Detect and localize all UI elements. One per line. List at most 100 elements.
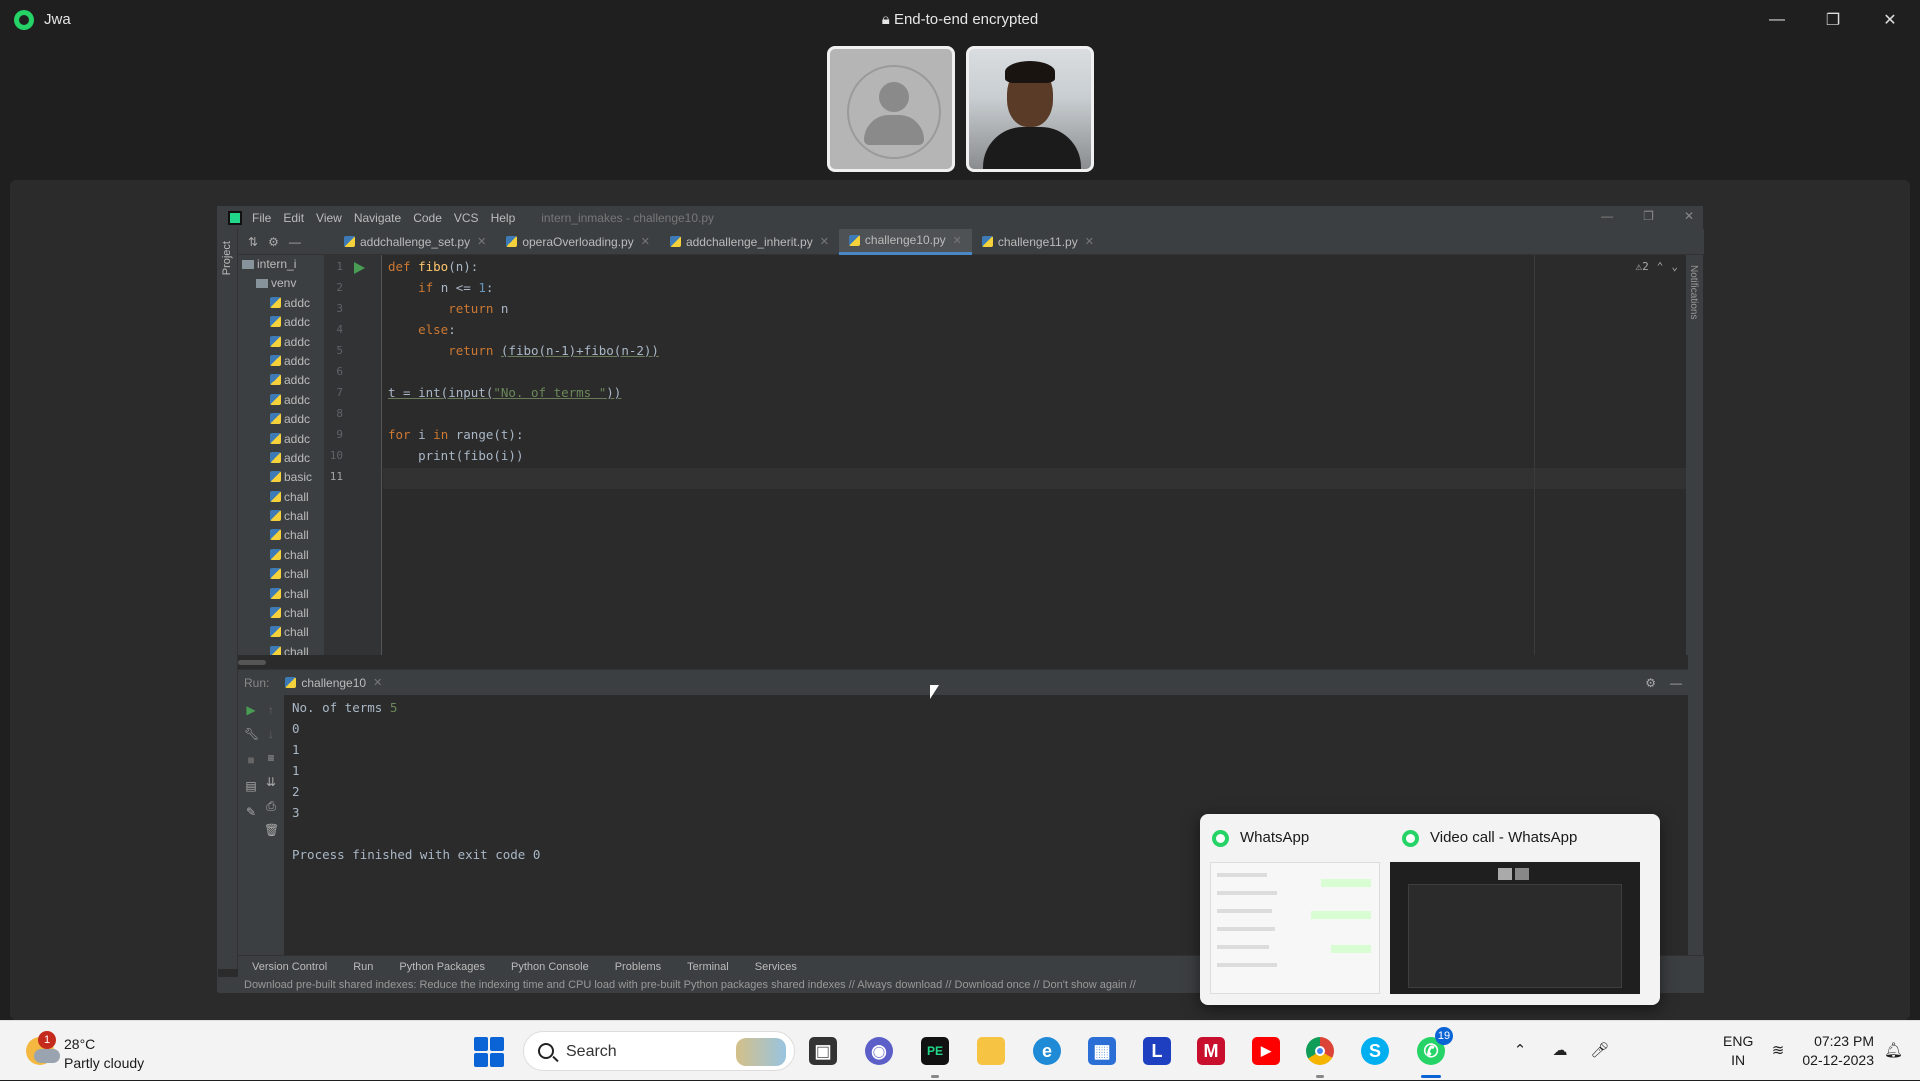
menu-navigate[interactable]: Navigate [354, 211, 401, 225]
project-tree-item[interactable]: chall [238, 565, 324, 584]
tool-terminal[interactable]: Terminal [687, 961, 729, 973]
project-tree-item[interactable]: chall [238, 507, 324, 526]
project-tree-item[interactable]: chall [238, 488, 324, 507]
tab-addchallenge-inherit[interactable]: addchallenge_inherit.py ✕ [660, 229, 839, 255]
tab-close-icon[interactable]: ✕ [641, 235, 650, 248]
layout-icon[interactable]: ▤ [244, 779, 258, 793]
trash-icon[interactable]: 🗑︎ [264, 823, 279, 837]
wrench-icon[interactable]: 🔧︎ [244, 727, 259, 741]
tab-close-icon[interactable]: ✕ [477, 235, 486, 248]
taskbar-app-chat[interactable]: ◉ [861, 1033, 897, 1069]
menu-vcs[interactable]: VCS [454, 211, 479, 225]
menu-help[interactable]: Help [491, 211, 516, 225]
tool-run[interactable]: Run [353, 961, 373, 973]
soft-wrap-icon[interactable]: ≡ [264, 751, 278, 765]
project-tree-item[interactable]: addc [238, 410, 324, 429]
taskbar-app-task-view[interactable]: ▣ [805, 1033, 841, 1069]
menu-file[interactable]: File [252, 211, 271, 225]
rerun-icon[interactable]: ▶ [244, 703, 258, 717]
taskbar-app-youtube[interactable]: ▶ [1248, 1033, 1284, 1069]
tool-version-control[interactable]: Version Control [252, 961, 327, 973]
collapse-icon[interactable]: ⇅ [248, 235, 258, 249]
menu-edit[interactable]: Edit [283, 211, 304, 225]
tool-python-packages[interactable]: Python Packages [399, 961, 485, 973]
project-tree-item[interactable]: intern_i [238, 255, 324, 274]
menu-view[interactable]: View [316, 211, 342, 225]
hide-icon[interactable]: — [1670, 676, 1682, 690]
project-tree-item[interactable]: addc [238, 430, 324, 449]
chevron-down-icon[interactable]: ⌄ [1671, 260, 1678, 273]
project-tree-item[interactable]: chall [238, 546, 324, 565]
minimize-button[interactable]: — [1754, 4, 1800, 36]
tab-addchallenge-set[interactable]: addchallenge_set.py ✕ [334, 229, 496, 255]
chevron-up-icon[interactable]: ⌃ [1510, 1041, 1530, 1061]
project-tree-item[interactable]: chall [238, 526, 324, 545]
taskbar-app-pycharm[interactable]: PE [917, 1033, 953, 1078]
ide-restore-icon[interactable]: ❐ [1643, 209, 1654, 223]
close-button[interactable]: ✕ [1867, 4, 1913, 36]
project-tree-item[interactable]: addc [238, 333, 324, 352]
chevron-up-icon[interactable]: ⌃ [1657, 260, 1664, 273]
microphone-icon[interactable]: 🎤︎ [1590, 1041, 1610, 1061]
taskbar-app-store[interactable]: ▦ [1084, 1033, 1120, 1069]
menu-code[interactable]: Code [413, 211, 442, 225]
onedrive-icon[interactable]: ☁︎ [1550, 1041, 1570, 1061]
project-tree-item[interactable]: addc [238, 391, 324, 410]
run-gutter-icon[interactable] [354, 262, 365, 274]
ide-minimize-icon[interactable]: — [1601, 209, 1613, 223]
taskbar-app-chrome[interactable] [1302, 1033, 1338, 1078]
tab-close-icon[interactable]: ✕ [820, 235, 829, 248]
taskbar-search[interactable]: Search [523, 1031, 795, 1071]
project-tree-item[interactable]: chall [238, 643, 324, 655]
arrow-down-icon[interactable]: ↓ [264, 727, 278, 741]
start-button[interactable] [474, 1037, 504, 1067]
restore-button[interactable]: ❐ [1810, 4, 1856, 36]
clock[interactable]: 07:23 PM 02-12-2023 [1788, 1032, 1874, 1070]
gear-icon[interactable]: ⚙ [1645, 676, 1656, 690]
arrow-up-icon[interactable]: ↑ [264, 703, 278, 717]
tab-close-icon[interactable]: ✕ [1085, 235, 1094, 248]
taskbar-app-edge[interactable]: e [1029, 1033, 1065, 1069]
tab-challenge10[interactable]: challenge10.py ✕ [838, 228, 972, 255]
taskbar-app-mcafee[interactable]: M [1193, 1033, 1229, 1069]
notification-bell-icon[interactable]: 🔔︎ [1884, 1041, 1903, 1059]
run-tab-close-icon[interactable]: ✕ [373, 676, 382, 689]
horizontal-scrollbar[interactable] [238, 655, 1688, 669]
code-editor[interactable]: 1 2 3 4 5 6 7 8 9 10 11 ⚠2 ⌃ ⌄ def fibo(n): if n <… [324, 255, 1688, 655]
tool-services[interactable]: Services [755, 961, 797, 973]
notifications-stripe-label[interactable]: Notifications [1688, 265, 1699, 319]
print-icon[interactable]: ⎙ [264, 799, 278, 813]
taskbar-app-skype[interactable]: S [1357, 1033, 1393, 1069]
run-tab-challenge10[interactable]: challenge10 ✕ [285, 676, 382, 690]
ide-close-icon[interactable]: ✕ [1684, 209, 1694, 223]
project-tree-item[interactable]: addc [238, 294, 324, 313]
pin-icon[interactable]: ✎ [244, 805, 258, 819]
weather-widget[interactable]: 1 28°C Partly cloudy [22, 1031, 172, 1073]
tab-operaoverloading[interactable]: operaOverloading.py ✕ [496, 229, 660, 255]
project-tree-item[interactable]: addc [238, 371, 324, 390]
taskbar-app-whatsapp[interactable]: ✆ 19 [1413, 1027, 1453, 1078]
preview-card-video-call[interactable]: Video call - WhatsApp [1390, 814, 1660, 1005]
project-stripe-label[interactable]: Project [221, 241, 233, 275]
scroll-to-end-icon[interactable]: ⇊ [264, 775, 278, 789]
wifi-icon[interactable]: ≋ [1768, 1041, 1788, 1061]
tab-close-icon[interactable]: ✕ [953, 234, 962, 247]
gear-icon[interactable]: ⚙ [268, 235, 279, 249]
project-tree-item[interactable]: venv [238, 274, 324, 293]
participant-tile-video[interactable] [966, 46, 1094, 172]
project-tree-item[interactable]: chall [238, 585, 324, 604]
taskbar-app-l[interactable]: L [1139, 1033, 1175, 1069]
project-tree-item[interactable]: chall [238, 623, 324, 642]
inspection-widget[interactable]: ⚠2 ⌃ ⌄ [1636, 260, 1679, 273]
taskbar-app-file-explorer[interactable] [973, 1033, 1009, 1069]
project-tree-item[interactable]: addc [238, 449, 324, 468]
scrollbar-thumb[interactable] [238, 660, 266, 665]
hide-icon[interactable]: — [289, 235, 301, 249]
tool-problems[interactable]: Problems [615, 961, 661, 973]
tool-python-console[interactable]: Python Console [511, 961, 589, 973]
project-tree-item[interactable]: addc [238, 352, 324, 371]
tab-challenge11[interactable]: challenge11.py ✕ [972, 229, 1104, 255]
stop-icon[interactable]: ■ [244, 753, 258, 767]
project-tree-item[interactable]: chall [238, 604, 324, 623]
project-tree-item[interactable]: basic [238, 468, 324, 487]
